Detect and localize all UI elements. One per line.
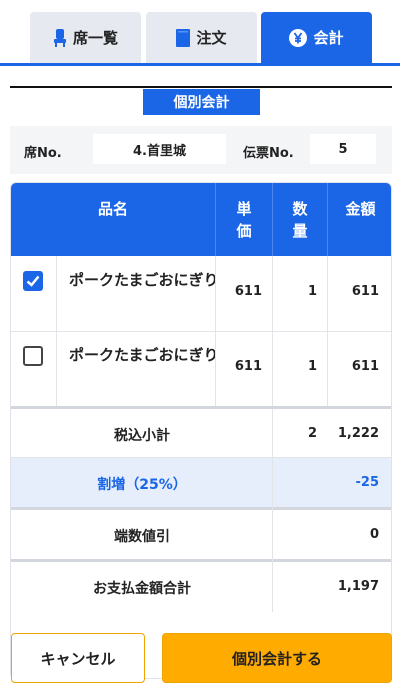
- amount: 611: [351, 284, 379, 299]
- slip-value: 5: [310, 134, 376, 164]
- checkout-panel: 個別会計 席No. 4.首里城 伝票No. 5 品名 単 価 数 量 金額 ポー…: [0, 66, 400, 699]
- cancel-button[interactable]: キャンセル: [11, 633, 145, 683]
- rounding-amount: 0: [369, 527, 379, 542]
- tab-label: 会計: [313, 29, 344, 47]
- row-checkbox[interactable]: [23, 346, 43, 366]
- info-bar: 席No. 4.首里城 伝票No. 5: [10, 126, 392, 174]
- tab-bar: 席一覧 注文 会計: [0, 0, 400, 66]
- surcharge-label: 割増（25%）: [97, 477, 187, 493]
- table-row[interactable]: ポークたまごおにぎり 611 1 611: [11, 332, 391, 406]
- rounding-label: 端数値引: [114, 529, 170, 545]
- unit-price: 611: [234, 359, 262, 374]
- header-amount: 金額: [328, 183, 391, 256]
- subtotal-quantity: 2: [307, 426, 317, 441]
- header-quantity: 数 量: [273, 183, 327, 256]
- seat-label: 席No.: [24, 146, 62, 161]
- subtotal-row: 税込小計 2 1,222: [11, 409, 391, 457]
- seat-icon: [53, 28, 67, 47]
- tab-order[interactable]: 注文: [146, 12, 257, 63]
- individual-checkout-button[interactable]: 個別会計する: [162, 633, 392, 683]
- subtotal-label: 税込小計: [114, 428, 170, 444]
- tab-label: 席一覧: [72, 29, 118, 47]
- check-icon: [26, 275, 40, 287]
- item-name: ポークたまごおにぎり: [69, 271, 219, 289]
- rounding-row: 端数値引 0: [11, 510, 391, 559]
- surcharge-amount: -25: [355, 475, 380, 490]
- subtotal-amount: 1,222: [337, 426, 379, 441]
- table-row[interactable]: ポークたまごおにぎり 611 1 611: [11, 256, 391, 331]
- menu-book-icon: [176, 28, 191, 47]
- row-checkbox[interactable]: [23, 271, 43, 291]
- tab-checkout[interactable]: 会計: [261, 12, 372, 63]
- total-amount: 1,197: [337, 579, 379, 594]
- bill-table: 品名 単 価 数 量 金額 ポークたまごおにぎり 611 1 611 ポークたま…: [10, 182, 392, 679]
- total-row: お支払金額合計 1,197: [11, 562, 391, 612]
- seat-value: 4.首里城: [93, 134, 226, 164]
- header-unit-price: 単 価: [216, 183, 272, 256]
- unit-price: 611: [234, 284, 262, 299]
- tab-seat-list[interactable]: 席一覧: [30, 12, 141, 63]
- divider: [10, 86, 392, 88]
- tab-label: 注文: [196, 29, 227, 47]
- header-item: 品名: [11, 183, 215, 256]
- section-title: 個別会計: [143, 89, 260, 115]
- quantity: 1: [307, 284, 317, 299]
- item-name: ポークたまごおにぎり: [69, 346, 219, 364]
- surcharge-row: 割増（25%） -25: [11, 458, 391, 507]
- amount: 611: [351, 359, 379, 374]
- slip-label: 伝票No.: [243, 146, 294, 161]
- yen-icon: [289, 28, 308, 47]
- quantity: 1: [307, 359, 317, 374]
- total-label: お支払金額合計: [93, 581, 191, 597]
